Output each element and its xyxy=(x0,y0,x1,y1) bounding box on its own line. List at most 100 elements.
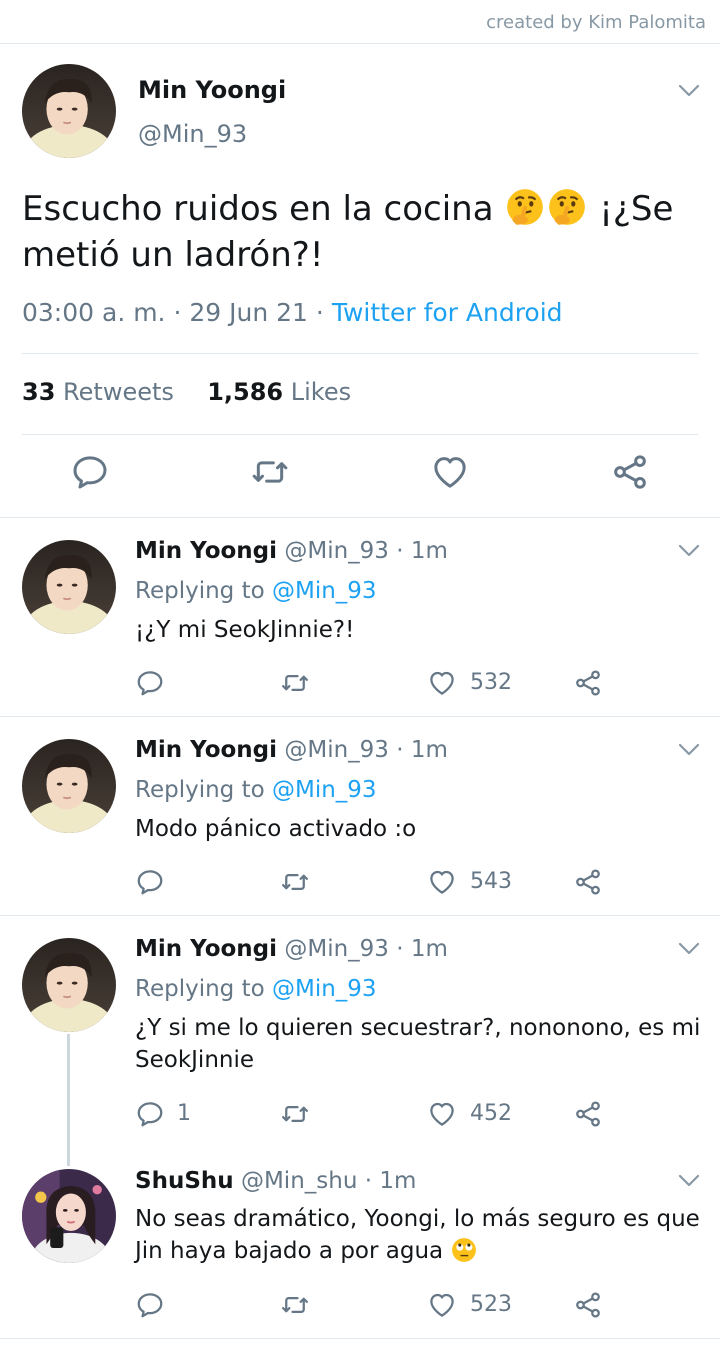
tweet-text: Escucho ruidos en la cocina ¡¿Se metió u… xyxy=(22,186,702,278)
retweet-icon[interactable] xyxy=(280,1290,310,1320)
reply-time: 1m xyxy=(410,737,448,763)
avatar[interactable] xyxy=(22,938,116,1032)
replying-to-link[interactable]: @Min_93 xyxy=(272,578,377,604)
retweet-label: Retweets xyxy=(63,378,174,406)
author-name[interactable]: Min Yoongi xyxy=(135,936,277,962)
replying-to-link[interactable]: @Min_93 xyxy=(272,777,377,803)
divider xyxy=(0,43,720,44)
replying-to: Replying to @Min_93 xyxy=(135,578,377,604)
replying-to-label: Replying to xyxy=(135,777,265,803)
replying-to: Replying to @Min_93 xyxy=(135,976,377,1002)
chevron-down-icon[interactable] xyxy=(678,942,700,956)
author-handle[interactable]: @Min_shu xyxy=(241,1168,357,1194)
author-name[interactable]: Min Yoongi xyxy=(135,737,277,763)
avatar[interactable] xyxy=(22,64,116,158)
avatar[interactable] xyxy=(22,739,116,833)
avatar[interactable] xyxy=(22,540,116,634)
reply-icon[interactable] xyxy=(135,1099,165,1129)
share-icon[interactable] xyxy=(573,668,603,698)
retweet-icon[interactable] xyxy=(280,668,310,698)
reply-time: 1m xyxy=(379,1168,417,1194)
author-name[interactable]: Min Yoongi xyxy=(138,76,286,104)
chevron-down-icon[interactable] xyxy=(678,544,700,558)
chevron-down-icon[interactable] xyxy=(678,84,700,98)
separator: · xyxy=(396,737,404,763)
divider xyxy=(0,915,720,916)
author-handle[interactable]: @Min_93 xyxy=(284,538,389,564)
tweet-actions xyxy=(0,452,720,498)
reply-text: ¿Y si me lo quieren secuestrar?, nononon… xyxy=(135,1015,701,1073)
retweet-stat[interactable]: 33 Retweets xyxy=(22,378,174,406)
like-count: 543 xyxy=(470,869,512,894)
likes-count: 1,586 xyxy=(207,378,284,406)
tweet-time: 03:00 a. m. xyxy=(22,298,166,327)
like-count: 523 xyxy=(470,1292,512,1317)
reply-actions: 1 452 xyxy=(135,1099,615,1133)
replying-to: Replying to @Min_93 xyxy=(135,777,377,803)
like-icon[interactable] xyxy=(427,1099,457,1129)
chevron-down-icon[interactable] xyxy=(678,743,700,757)
separator: · xyxy=(315,298,324,327)
thinking-face-emoji xyxy=(504,186,546,228)
reply-icon[interactable] xyxy=(135,867,165,897)
tweet-date: 29 Jun 21 xyxy=(189,298,308,327)
like-count: 532 xyxy=(470,670,512,695)
reply-header: Min Yoongi @Min_93 · 1m xyxy=(135,936,448,962)
author-name[interactable]: Min Yoongi xyxy=(135,538,277,564)
divider xyxy=(0,517,720,518)
retweet-icon[interactable] xyxy=(250,452,290,492)
divider xyxy=(22,434,698,435)
reply-actions: 523 xyxy=(135,1290,615,1324)
thread-line xyxy=(67,1034,70,1166)
replying-to-link[interactable]: @Min_93 xyxy=(272,976,377,1002)
reply-text: Modo pánico activado :o xyxy=(135,816,417,842)
divider xyxy=(22,353,698,354)
share-icon[interactable] xyxy=(573,1099,603,1129)
reply-icon[interactable] xyxy=(135,668,165,698)
like-icon[interactable] xyxy=(430,452,470,492)
author-name[interactable]: ShuShu xyxy=(135,1168,234,1194)
reply-time: 1m xyxy=(410,538,448,564)
reply-header: Min Yoongi @Min_93 · 1m xyxy=(135,737,448,763)
like-icon[interactable] xyxy=(427,1290,457,1320)
reply-count: 1 xyxy=(177,1101,191,1126)
retweet-count: 33 xyxy=(22,378,56,406)
tweet-source-link[interactable]: Twitter for Android xyxy=(332,298,563,327)
likes-stat[interactable]: 1,586 Likes xyxy=(207,378,351,406)
reply-text-content: No seas dramático, Yoongi, lo más seguro… xyxy=(135,1206,700,1264)
separator: · xyxy=(396,538,404,564)
reply-header: ShuShu @Min_shu · 1m xyxy=(135,1168,416,1194)
share-icon[interactable] xyxy=(610,452,650,492)
reply-actions: 532 xyxy=(135,668,615,702)
separator: · xyxy=(396,936,404,962)
replying-to-label: Replying to xyxy=(135,578,265,604)
chevron-down-icon[interactable] xyxy=(678,1174,700,1188)
separator: · xyxy=(364,1168,373,1194)
like-icon[interactable] xyxy=(427,867,457,897)
reply-actions: 543 xyxy=(135,867,615,901)
face-with-rolling-eyes-emoji xyxy=(450,1236,478,1264)
reply-text: No seas dramático, Yoongi, lo más seguro… xyxy=(135,1203,705,1267)
like-icon[interactable] xyxy=(427,668,457,698)
retweet-icon[interactable] xyxy=(280,1099,310,1129)
tweet-text-part: Escucho ruidos en la cocina xyxy=(22,189,494,229)
replying-to-label: Replying to xyxy=(135,976,265,1002)
share-icon[interactable] xyxy=(573,867,603,897)
retweet-icon[interactable] xyxy=(280,867,310,897)
reply-time: 1m xyxy=(410,936,448,962)
tweet-stats: 33 Retweets 1,586 Likes xyxy=(22,378,351,406)
divider xyxy=(0,1338,720,1339)
reply-icon[interactable] xyxy=(70,452,110,492)
credit-text: created by Kim Palomita xyxy=(486,12,706,33)
like-count: 452 xyxy=(470,1101,512,1126)
author-handle[interactable]: @Min_93 xyxy=(284,737,389,763)
share-icon[interactable] xyxy=(573,1290,603,1320)
separator: · xyxy=(173,298,182,327)
reply-text: ¡¿Y mi SeokJinnie?! xyxy=(135,617,355,643)
divider xyxy=(0,716,720,717)
thinking-face-emoji xyxy=(546,186,588,228)
avatar[interactable] xyxy=(22,1169,116,1263)
reply-icon[interactable] xyxy=(135,1290,165,1320)
author-handle[interactable]: @Min_93 xyxy=(138,120,247,148)
author-handle[interactable]: @Min_93 xyxy=(284,936,389,962)
